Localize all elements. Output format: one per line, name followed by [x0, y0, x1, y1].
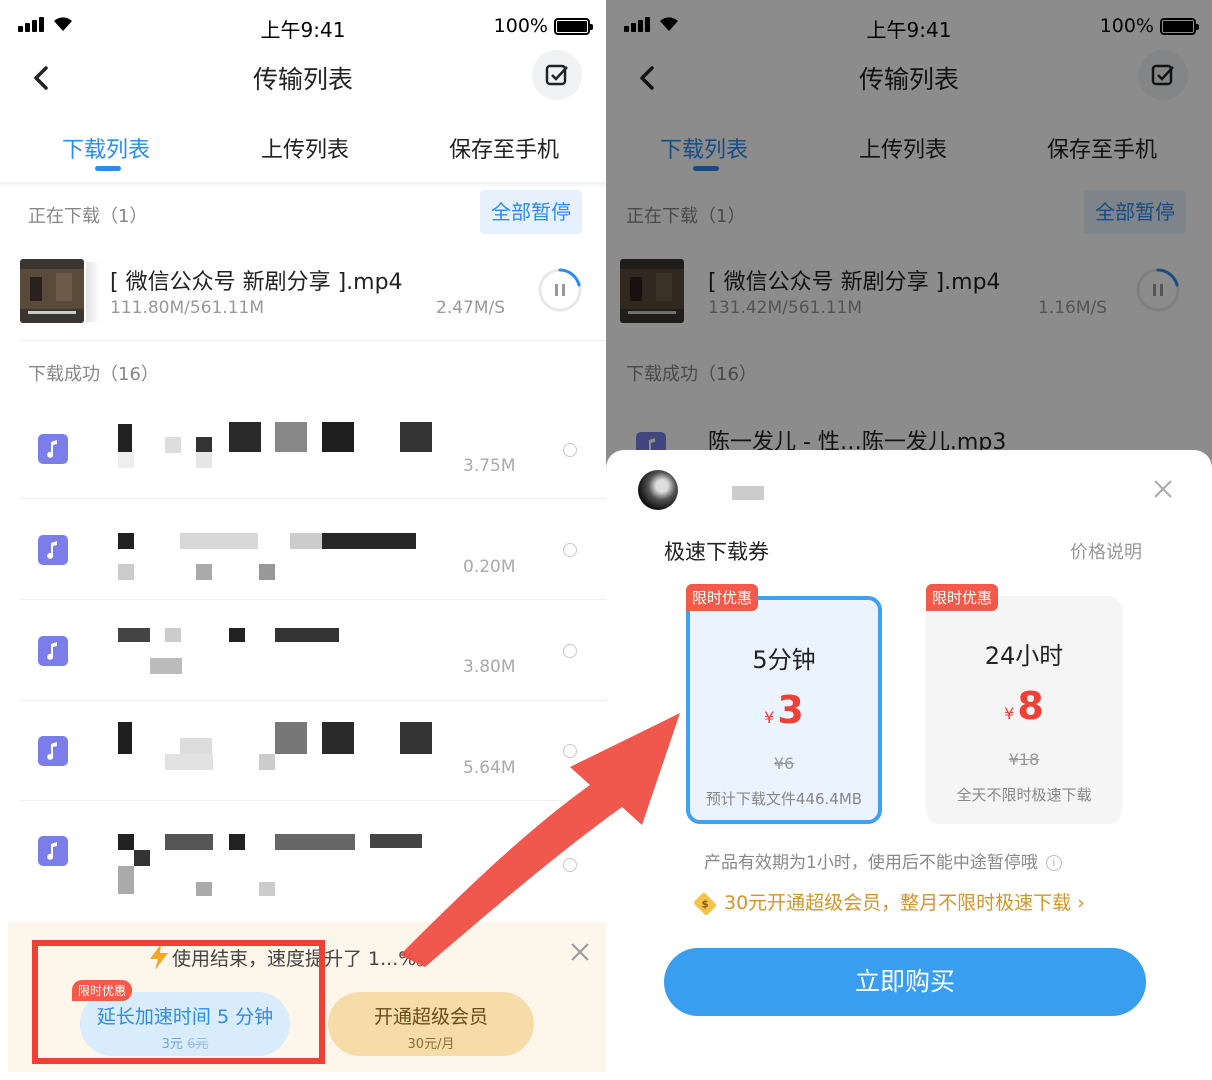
blurred-filename: [229, 422, 261, 452]
edit-button[interactable]: [532, 50, 582, 100]
thumbnail-stack: [86, 262, 100, 322]
validity-note: 产品有效期为1小时，使用后不能中途暂停哦 i: [704, 848, 1062, 873]
buy-now-button[interactable]: 立即购买: [664, 948, 1146, 1016]
blurred-filename: [322, 722, 354, 754]
blurred-filename: [134, 850, 150, 866]
blurred-filename: [259, 564, 275, 580]
blurred-filename: [118, 834, 134, 850]
pause-progress-icon[interactable]: [537, 267, 583, 313]
vip-label: 开通超级会员: [373, 1006, 488, 1028]
modal-overlay[interactable]: [606, 0, 1212, 470]
limited-offer-badge: 限时优惠: [686, 584, 759, 611]
blurred-filename: [180, 533, 258, 549]
pause-all-button[interactable]: 全部暂停: [480, 190, 582, 234]
tab-save-to-phone[interactable]: 保存至手机: [449, 132, 559, 164]
row-divider: [20, 700, 606, 701]
blurred-filename: [118, 424, 132, 452]
blurred-filename: [290, 533, 322, 549]
downloading-progress: 111.80M/561.11M: [110, 298, 265, 318]
tab-bar: 下载列表 上传列表 保存至手机: [0, 128, 606, 180]
option-note: 全天不限时极速下载: [956, 786, 1092, 804]
blurred-filename: [275, 834, 355, 850]
blurred-filename: [400, 422, 432, 452]
video-thumbnail: [20, 259, 84, 323]
downloading-file-name: [ 微信公众号 新剧分享 ].mp4: [110, 270, 403, 295]
tab-upload-list[interactable]: 上传列表: [261, 132, 349, 164]
option-card-24h[interactable]: 24小时 ¥8 ¥18 全天不限时极速下载: [926, 596, 1122, 824]
blurred-filename: [150, 658, 182, 674]
blurred-filename: [322, 533, 416, 549]
row-divider: [20, 498, 606, 499]
blurred-filename: [229, 834, 245, 850]
music-file-icon: [38, 535, 68, 565]
music-file-icon: [38, 736, 68, 766]
blurred-filename: [322, 422, 354, 452]
price-info-link[interactable]: 价格说明: [1070, 538, 1142, 564]
option-card-5min[interactable]: 5分钟 ¥3 ¥6 预计下载文件446.4MB: [686, 596, 882, 824]
file-size: 0.20M: [463, 557, 516, 577]
option-price: ¥8: [1004, 684, 1044, 728]
vip-price: 30元/月: [407, 1037, 455, 1052]
option-duration: 24小时: [984, 642, 1064, 670]
blurred-filename: [259, 754, 275, 770]
music-file-icon: [38, 636, 68, 666]
music-file-icon: [38, 836, 68, 866]
row-divider: [20, 340, 606, 341]
select-radio[interactable]: [563, 543, 577, 557]
close-icon[interactable]: [1152, 478, 1174, 500]
downloading-speed: 2.47M/S: [436, 298, 506, 318]
completed-header: 下载成功（16）: [28, 364, 159, 385]
option-price: ¥3: [764, 688, 804, 732]
blurred-filename: [118, 628, 150, 642]
page-title: 传输列表: [252, 65, 353, 94]
blurred-filename: [259, 882, 275, 896]
blurred-filename: [275, 722, 307, 754]
info-icon[interactable]: i: [1045, 855, 1062, 871]
blurred-filename: [275, 422, 307, 452]
highlight-annotation-box: [32, 940, 325, 1064]
status-bar: 上午9:41 100%: [0, 8, 606, 42]
vip-upsell-link[interactable]: $30元开通超级会员，整月不限时极速下载 ›: [692, 888, 1085, 916]
blurred-filename: [196, 437, 212, 453]
blurred-filename: [229, 628, 245, 642]
battery-percent: 100%: [493, 15, 548, 37]
blurred-filename: [165, 754, 213, 770]
blurred-filename: [196, 882, 212, 896]
avatar: [638, 470, 678, 510]
blurred-filename: [118, 564, 134, 580]
option-note: 预计下载文件446.4MB: [705, 790, 863, 808]
option-original-price: ¥18: [1008, 750, 1040, 769]
nav-bar: 传输列表: [0, 48, 606, 108]
edit-check-icon: [545, 64, 568, 86]
blurred-filename: [275, 628, 339, 642]
tab-divider: [0, 182, 606, 188]
blurred-username: [732, 486, 764, 500]
row-divider: [20, 599, 606, 600]
file-size: 3.80M: [463, 657, 516, 677]
music-file-icon: [38, 434, 68, 464]
limited-offer-badge: 限时优惠: [926, 584, 999, 611]
blurred-filename: [165, 628, 181, 642]
battery-icon: [554, 18, 593, 35]
file-size: 3.75M: [463, 456, 516, 476]
select-radio[interactable]: [563, 443, 577, 457]
blurred-filename: [165, 834, 213, 850]
blurred-filename: [165, 437, 181, 453]
blurred-filename: [118, 866, 134, 894]
tab-active-indicator: [95, 166, 121, 171]
blurred-filename: [196, 452, 212, 468]
tab-download-list[interactable]: 下载列表: [62, 132, 150, 164]
blurred-filename: [118, 722, 132, 754]
blurred-filename: [196, 564, 212, 580]
blurred-filename: [118, 452, 134, 468]
sheet-title: 极速下载券: [664, 540, 769, 564]
option-duration: 5分钟: [752, 646, 816, 674]
open-vip-button[interactable]: 开通超级会员 30元/月: [328, 992, 534, 1056]
option-original-price: ¥6: [773, 754, 795, 773]
blurred-filename: [118, 533, 134, 549]
blurred-filename: [180, 738, 212, 754]
annotation-arrow: [400, 713, 680, 967]
select-radio[interactable]: [563, 644, 577, 658]
downloading-header: 正在下载（1）: [28, 206, 148, 227]
